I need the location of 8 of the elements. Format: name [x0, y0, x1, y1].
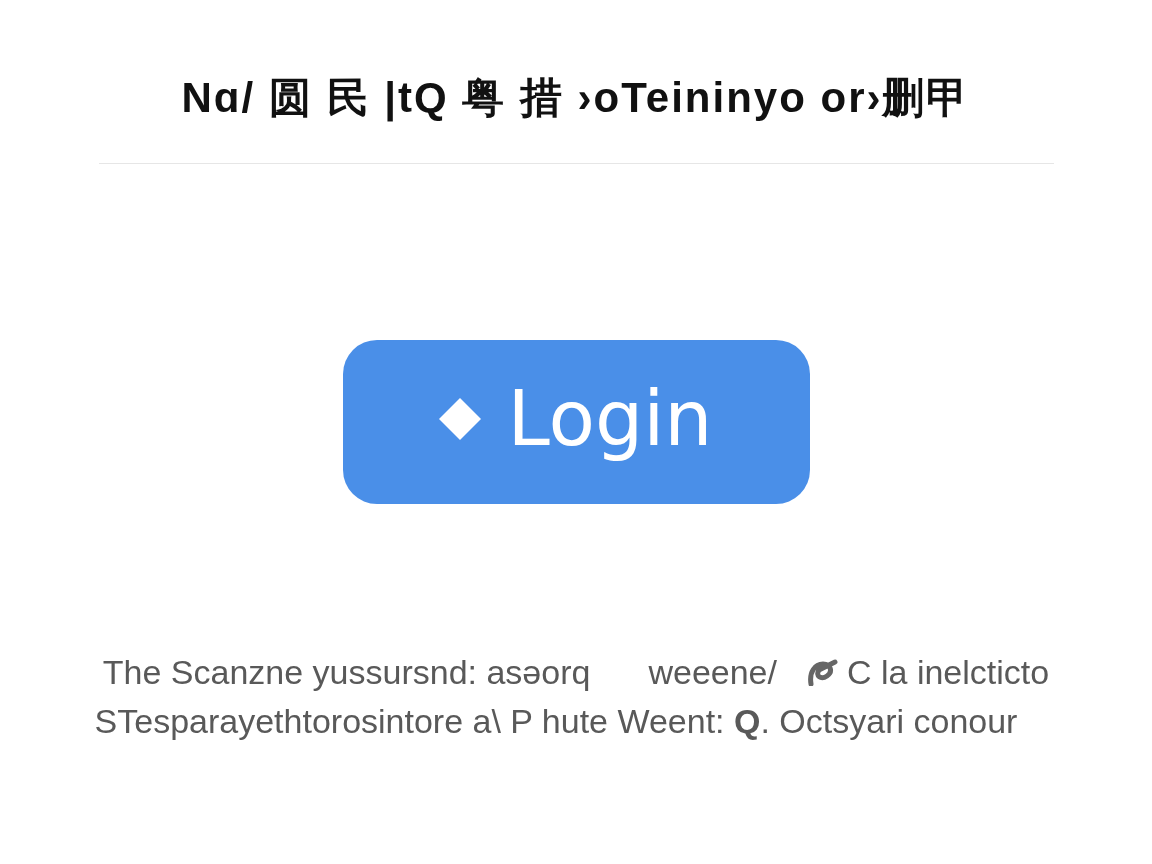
page-title: Nɑ/ 圆 民 |tQ 粤 措 ›oTeininyo or›删甲 — [181, 73, 971, 124]
footer-text: The Scanzne yussursnd: asəorq — [102, 652, 591, 693]
login-button[interactable]: Login — [342, 340, 810, 504]
footer-text: STesparayethtorosintore a\ P hute Weent: Q. Octsyari conour — [94, 701, 1018, 742]
footer-text: C la inelcticto — [846, 652, 1050, 693]
swirl-icon — [806, 658, 839, 686]
diamond-icon — [439, 398, 482, 440]
footer-text: weeene/ — [648, 652, 777, 693]
